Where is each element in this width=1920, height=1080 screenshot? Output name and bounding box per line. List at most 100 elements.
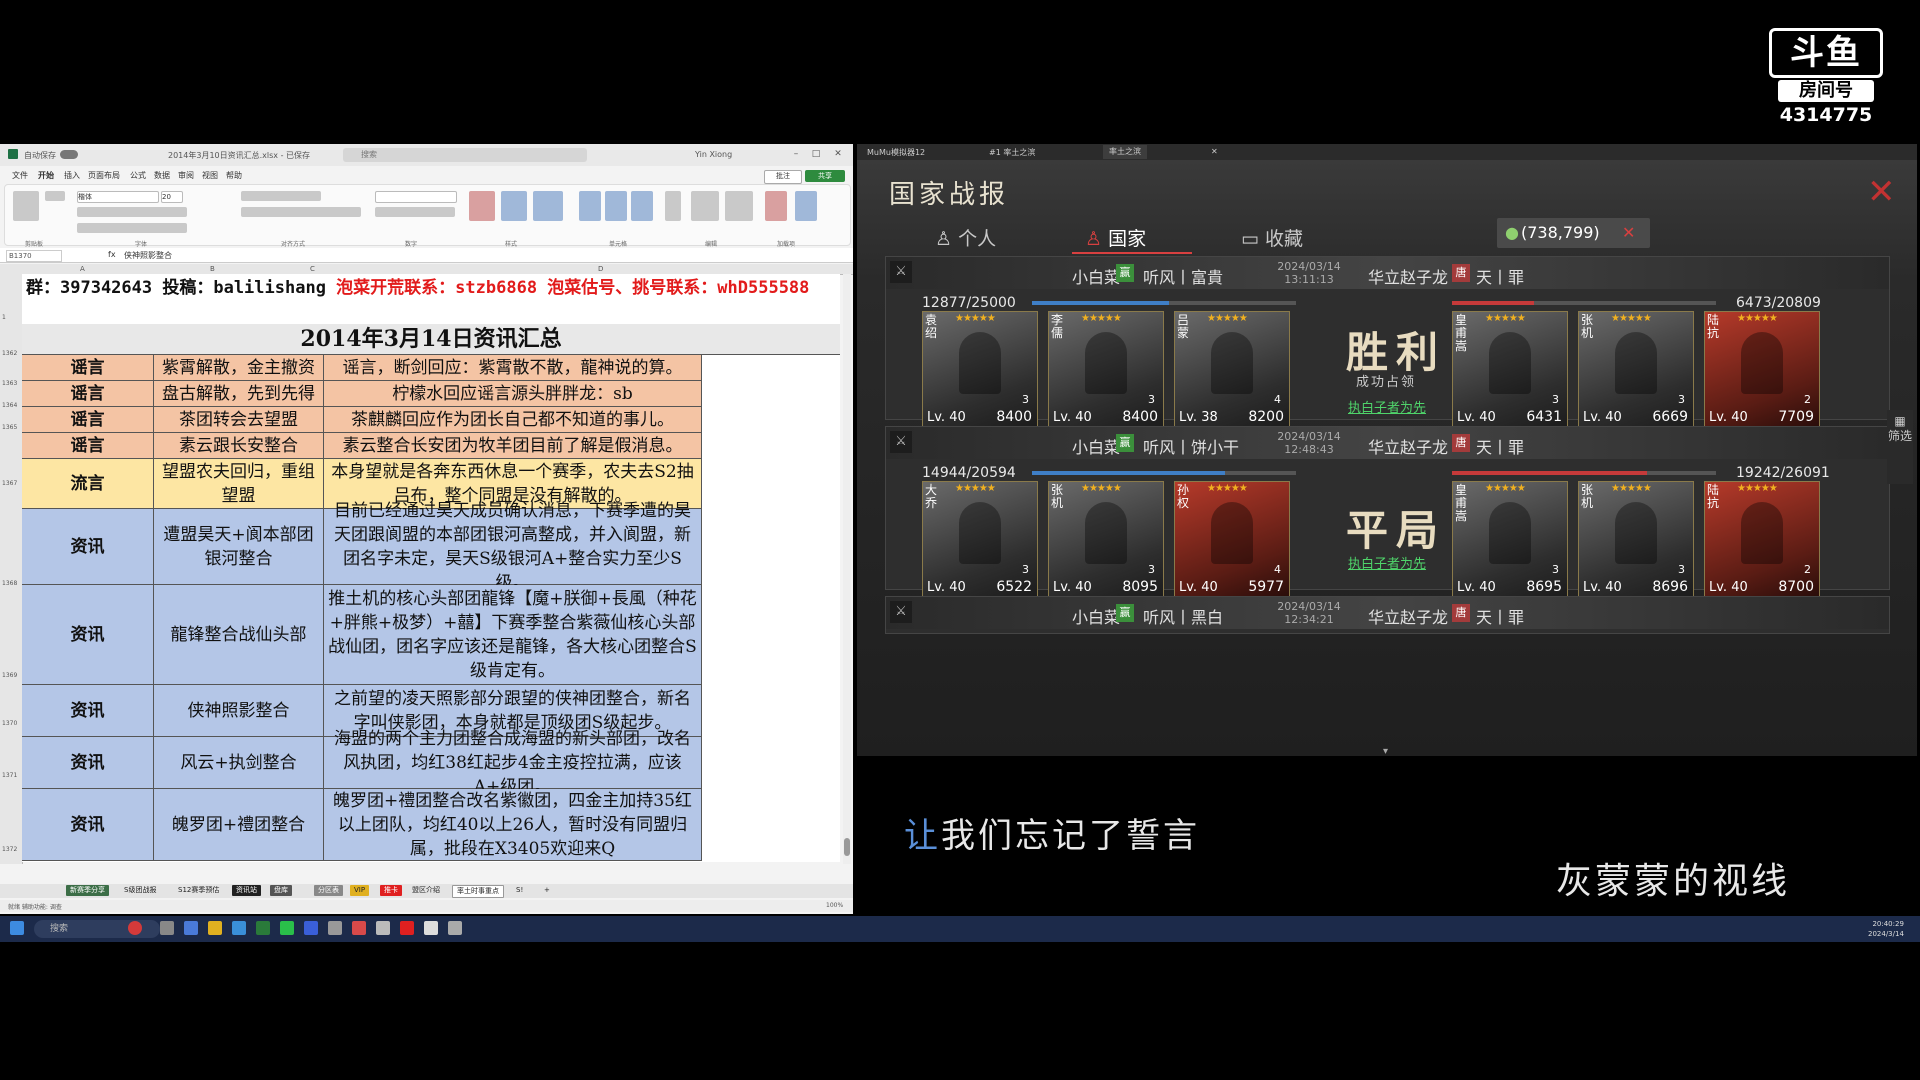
row-topic-cell[interactable]: 风云+执剑整合 xyxy=(154,737,324,789)
group-info-row[interactable]: 群：397342643 投稿：balilishang 泡菜开荒联系：stzb68… xyxy=(22,274,840,324)
start-icon[interactable] xyxy=(10,921,24,935)
close-tab-icon[interactable]: ✕ xyxy=(1211,147,1218,156)
row-topic-cell[interactable]: 望盟农夫回归，重组望盟 xyxy=(154,459,324,509)
row-detail-cell[interactable]: 魄罗团+禮团整合改名紫徽团，四金主加持35红以上团队，均红40以上26人，暂时没… xyxy=(324,789,702,861)
table-format-icon[interactable] xyxy=(501,191,527,221)
filter-button[interactable]: ▦ 筛选 xyxy=(1887,410,1913,484)
row-detail-cell[interactable]: 柠檬水回应谣言源头胖胖龙：sb xyxy=(324,381,702,407)
sort-filter-icon[interactable] xyxy=(691,191,719,221)
row-header[interactable]: 1367 xyxy=(2,480,17,487)
general-card[interactable]: 张机 ★★★★★ 3 Lv. 40 6669 xyxy=(1578,311,1694,427)
battle-report[interactable]: ⚔ 小白菜赢听风丨富貴 2024/03/14 13:11:13 华立赵子龙唐天丨罪 128… xyxy=(885,256,1890,427)
row-type-cell[interactable]: 资讯 xyxy=(22,585,154,685)
summary-title[interactable]: 2014年3月14日资讯汇总 xyxy=(22,324,840,355)
sheet-grid[interactable]: 群：397342643 投稿：balilishang 泡菜开荒联系：stzb68… xyxy=(22,274,840,862)
clear-coordinate-icon[interactable]: ✕ xyxy=(1622,218,1635,248)
row-header[interactable]: 1364 xyxy=(2,402,17,409)
row-header[interactable]: 1 xyxy=(2,314,6,321)
cell-style-icon[interactable] xyxy=(533,191,563,221)
menu-view[interactable]: 视图 xyxy=(202,170,218,181)
row-topic-cell[interactable]: 侠神照影整合 xyxy=(154,685,324,737)
excel-account[interactable]: Yin Xiong xyxy=(695,150,732,159)
taskview-icon[interactable] xyxy=(160,921,174,935)
emulator-tab[interactable]: #1 率土之滨 xyxy=(989,147,1035,158)
add-sheet-icon[interactable]: + xyxy=(540,885,554,896)
menu-page-layout[interactable]: 页面布局 xyxy=(88,170,120,181)
sheet-tab[interactable]: S! xyxy=(512,885,527,896)
app-icon[interactable] xyxy=(184,921,198,935)
tab-personal[interactable]: ♙ 个人 xyxy=(935,224,996,251)
row-header[interactable]: 1363 xyxy=(2,380,17,387)
addins-icon[interactable] xyxy=(765,191,787,221)
row-header[interactable]: 1362 xyxy=(2,350,17,357)
close-icon[interactable]: ✕ xyxy=(1867,172,1896,212)
column-header[interactable]: D xyxy=(598,265,603,273)
battle-report[interactable]: ⚔ 小白菜赢听风丨黑白 2024/03/14 12:34:21 华立赵子龙唐天丨罪 xyxy=(885,596,1890,634)
row-topic-cell[interactable]: 魄罗团+禮团整合 xyxy=(154,789,324,861)
player-link[interactable]: 执白子者为先 xyxy=(1348,553,1426,572)
comment-button[interactable]: 批注 xyxy=(764,170,802,184)
general-card[interactable]: 陆抗 ★★★★★ 2 Lv. 40 7709 xyxy=(1704,311,1820,427)
vertical-scrollbar[interactable] xyxy=(843,274,851,864)
edge-icon[interactable] xyxy=(232,921,246,935)
sheet-tab[interactable]: 盘库 xyxy=(270,885,292,896)
menu-insert[interactable]: 插入 xyxy=(64,170,80,181)
general-card[interactable]: 李儒 ★★★★★ 3 Lv. 40 8400 xyxy=(1048,311,1164,427)
menu-formulas[interactable]: 公式 xyxy=(130,170,146,181)
maximize-icon[interactable]: □ xyxy=(810,149,822,159)
row-type-cell[interactable]: 谣言 xyxy=(22,355,154,381)
font-color-buttons[interactable] xyxy=(77,223,187,233)
sheet-tab[interactable]: VIP xyxy=(350,885,370,896)
row-topic-cell[interactable]: 素云跟长安整合 xyxy=(154,433,324,459)
row-header[interactable]: 1369 xyxy=(2,672,17,679)
excel-search-input[interactable]: 搜索 xyxy=(343,148,587,162)
row-header[interactable]: 1368 xyxy=(2,580,17,587)
row-type-cell[interactable]: 谣言 xyxy=(22,407,154,433)
row-header[interactable]: 1370 xyxy=(2,720,17,727)
general-card[interactable]: 吕蒙 ★★★★★ 4 Lv. 38 8200 xyxy=(1174,311,1290,427)
autosum-icon[interactable] xyxy=(665,191,681,221)
excel-icon[interactable] xyxy=(256,921,270,935)
row-detail-cell[interactable]: 谣言，断剑回应：紫霄散不散，龍神说的算。 xyxy=(324,355,702,381)
wechat-icon[interactable] xyxy=(280,921,294,935)
sheet-tab[interactable]: 推卡 xyxy=(380,885,402,896)
column-header[interactable]: B xyxy=(210,265,215,273)
conditional-format-icon[interactable] xyxy=(469,191,495,221)
close-icon[interactable]: ✕ xyxy=(832,149,844,159)
row-header[interactable]: 1365 xyxy=(2,424,17,431)
format-cell-icon[interactable] xyxy=(631,191,653,221)
app-icon[interactable] xyxy=(304,921,318,935)
general-card[interactable]: 孙权 ★★★★★ 4 Lv. 40 5977 xyxy=(1174,481,1290,597)
app-icon[interactable] xyxy=(328,921,342,935)
font-size-select[interactable]: 20 xyxy=(161,191,183,203)
player-link[interactable]: 执白子者为先 xyxy=(1348,397,1426,416)
font-name-select[interactable]: 楷体 xyxy=(77,191,159,203)
sheet-tab[interactable]: 分区表 xyxy=(314,885,343,896)
battle-report[interactable]: ⚔ 小白菜赢听风丨饼小干 2024/03/14 12:48:43 华立赵子龙唐天丨罪 14… xyxy=(885,426,1890,597)
find-select-icon[interactable] xyxy=(725,191,753,221)
minimize-icon[interactable]: – xyxy=(790,149,802,159)
row-type-cell[interactable]: 资讯 xyxy=(22,685,154,737)
tab-country[interactable]: ♙ 国家 xyxy=(1085,224,1146,251)
system-clock[interactable]: 20:40:29 2024/3/14 xyxy=(1868,919,1904,939)
formula-input[interactable]: 侠神照影整合 xyxy=(124,250,172,261)
tab-favorites[interactable]: ▭ 收藏 xyxy=(1241,224,1303,251)
menu-help[interactable]: 帮助 xyxy=(226,170,242,181)
row-detail-cell[interactable]: 素云整合长安团为牧羊团目前了解是假消息。 xyxy=(324,433,702,459)
row-header[interactable]: 1372 xyxy=(2,846,17,853)
general-card[interactable]: 陆抗 ★★★★★ 2 Lv. 40 8700 xyxy=(1704,481,1820,597)
row-type-cell[interactable]: 谣言 xyxy=(22,381,154,407)
sheet-tab-active[interactable]: 率土时事重点 xyxy=(452,885,504,898)
emulator-tab[interactable]: MuMu模拟器12 xyxy=(867,147,925,158)
row-detail-cell[interactable]: 茶麒麟回应作为团长自己都不知道的事儿。 xyxy=(324,407,702,433)
app-icon[interactable] xyxy=(376,921,390,935)
app-icon[interactable] xyxy=(424,921,438,935)
emulator-tab-active[interactable]: 率土之滨 xyxy=(1103,145,1147,159)
sheet-tab[interactable]: 盟区介绍 xyxy=(408,885,444,896)
zoom-level[interactable]: 100% xyxy=(826,902,843,909)
number-format-select[interactable] xyxy=(375,191,457,203)
row-topic-cell[interactable]: 遭盟昊天+阆本部团银河整合 xyxy=(154,509,324,585)
app-icon[interactable] xyxy=(400,921,414,935)
app-icon[interactable] xyxy=(448,921,462,935)
coordinate-filter[interactable]: ● (738,799) ✕ xyxy=(1497,218,1650,248)
